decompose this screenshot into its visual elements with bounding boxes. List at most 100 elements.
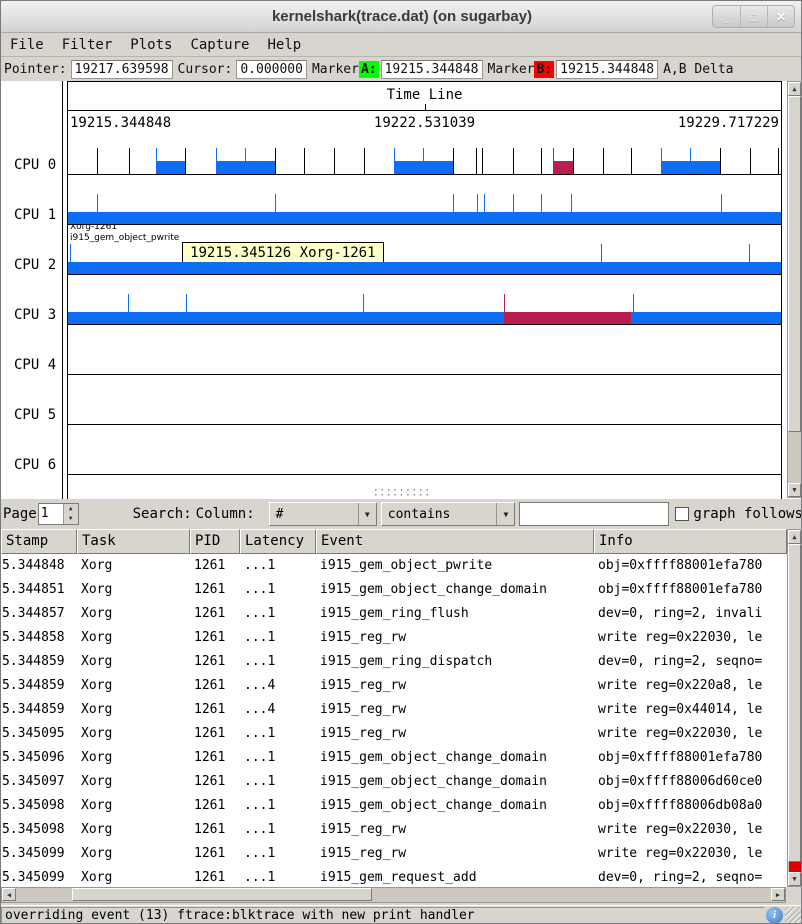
cpu-baseline-0 [68, 174, 781, 175]
graph-follows-checkbox[interactable] [675, 507, 689, 521]
event-tick [304, 148, 305, 174]
spinner-up-icon[interactable]: ▲ [64, 504, 78, 514]
event-tick [513, 148, 514, 174]
scroll-up-icon[interactable]: ▲ [788, 530, 801, 544]
minimize-icon[interactable]: _ [713, 6, 740, 27]
marker-a-badge[interactable]: A: [359, 61, 379, 78]
cell-event: i915_reg_rw [316, 818, 594, 842]
table-row[interactable]: 5.345099Xorg1261...1i915_reg_rwwrite reg… [1, 842, 787, 866]
pane-resize-handle[interactable]: ·················· [373, 489, 431, 499]
match-select[interactable]: contains ▼ [381, 502, 516, 526]
task-bar [68, 212, 781, 224]
scroll-left-icon[interactable]: ◀ [2, 888, 16, 901]
scroll-down-icon[interactable]: ▼ [788, 872, 801, 886]
info-icon[interactable]: i [766, 907, 783, 924]
event-tick [334, 148, 335, 174]
scroll-up-icon[interactable]: ▲ [788, 82, 801, 96]
delta-label: A,B Delta [660, 62, 735, 77]
cell-event: i915_reg_rw [316, 626, 594, 650]
column-header-event[interactable]: Event [316, 529, 594, 554]
pointer-value: 19217.639598 [71, 60, 173, 79]
cpu-row-4[interactable] [68, 340, 781, 374]
table-row[interactable]: 5.345098Xorg1261...1i915_gem_object_chan… [1, 794, 787, 818]
menu-item-capture[interactable]: Capture [181, 35, 258, 55]
title-bar[interactable]: kernelshark(trace.dat) (on sugarbay) _ □… [1, 1, 802, 33]
scroll-right-icon[interactable]: ▶ [771, 888, 785, 901]
table-row[interactable]: 5.345098Xorg1261...1i915_reg_rwwrite reg… [1, 818, 787, 842]
graph-vertical-scrollbar[interactable]: ▲ ▼ [787, 81, 802, 498]
event-tick [363, 294, 364, 312]
resize-grip-icon[interactable] [785, 907, 802, 924]
event-tick [690, 148, 691, 174]
table-row[interactable]: 5.344851Xorg1261...1i915_gem_object_chan… [1, 578, 787, 602]
cell-stamp: 5.345099 [1, 866, 77, 887]
cpu-row-1[interactable] [68, 190, 781, 224]
scroll-down-icon[interactable]: ▼ [788, 483, 801, 497]
cell-latency: ...1 [240, 602, 316, 626]
maximize-icon[interactable]: □ [740, 6, 767, 27]
cell-pid: 1261 [190, 602, 240, 626]
close-icon[interactable]: ✕ [767, 6, 794, 27]
event-tick [476, 148, 477, 174]
task-bar [504, 312, 632, 324]
table-row[interactable]: 5.345096Xorg1261...1i915_gem_object_chan… [1, 746, 787, 770]
graph-scrollbar-thumb[interactable] [788, 96, 801, 432]
spinner-down-icon[interactable]: ▼ [64, 514, 78, 524]
column-select[interactable]: # ▼ [269, 502, 377, 526]
table-body: 5.344848Xorg1261...1i915_gem_object_pwri… [1, 554, 787, 887]
event-tick [216, 148, 217, 174]
cpu-row-0[interactable] [68, 140, 781, 174]
cell-stamp: 5.345095 [1, 722, 77, 746]
menu-item-help[interactable]: Help [258, 35, 310, 55]
cpu-label-gutter: CPU 0CPU 1CPU 2CPU 3CPU 4CPU 5CPU 6 [1, 81, 63, 499]
chevron-down-icon: ▼ [496, 503, 514, 525]
column-header-pid[interactable]: PID [190, 529, 240, 554]
cell-stamp: 5.344859 [1, 698, 77, 722]
column-header-latency[interactable]: Latency [240, 529, 316, 554]
table-header: StampTaskPIDLatencyEventInfo [1, 529, 787, 554]
event-tick [423, 148, 424, 174]
timeline-plot[interactable]: Time Line 19215.344848 19222.531039 1922… [67, 81, 782, 499]
cell-task: Xorg [77, 674, 190, 698]
event-tick [749, 244, 750, 262]
column-header-stamp[interactable]: Stamp [1, 529, 77, 554]
menu-item-file[interactable]: File [1, 35, 53, 55]
cell-info: obj=0xffff88001efa780 [594, 578, 787, 602]
time-label-right: 19229.717229 [678, 115, 779, 131]
column-header-task[interactable]: Task [77, 529, 190, 554]
table-horizontal-scrollbar[interactable]: ◀ ▶ [1, 887, 786, 903]
cell-info: write reg=0x22030, le [594, 818, 787, 842]
search-label: Search: [133, 506, 196, 522]
table-row[interactable]: 5.344857Xorg1261...1i915_gem_ring_flushd… [1, 602, 787, 626]
marker-b-badge[interactable]: B: [534, 61, 554, 78]
cpu-label-1: CPU 1 [14, 207, 56, 223]
table-row[interactable]: 5.345097Xorg1261...1i915_gem_object_chan… [1, 770, 787, 794]
cpu-row-5[interactable] [68, 390, 781, 424]
column-label: Column: [196, 506, 269, 522]
page-value[interactable]: 1 [39, 504, 63, 524]
cell-task: Xorg [77, 818, 190, 842]
cpu-row-2[interactable] [68, 240, 781, 274]
event-tick [750, 148, 751, 174]
cell-stamp: 5.345096 [1, 746, 77, 770]
cell-info: obj=0xffff88001efa780 [594, 554, 787, 578]
table-row[interactable]: 5.344859Xorg1261...1i915_gem_ring_dispat… [1, 650, 787, 674]
task-bar [68, 262, 781, 274]
table-row[interactable]: 5.345095Xorg1261...1i915_reg_rwwrite reg… [1, 722, 787, 746]
table-scrollbar-thumb[interactable] [788, 544, 801, 862]
table-hscrollbar-thumb[interactable] [72, 888, 372, 901]
table-row[interactable]: 5.344859Xorg1261...4i915_reg_rwwrite reg… [1, 698, 787, 722]
table-row[interactable]: 5.344858Xorg1261...1i915_reg_rwwrite reg… [1, 626, 787, 650]
search-input[interactable] [519, 502, 669, 526]
table-vertical-scrollbar[interactable]: ▲ ▼ [787, 529, 802, 887]
column-header-info[interactable]: Info [594, 529, 787, 554]
menu-item-filter[interactable]: Filter [53, 35, 122, 55]
page-spinner[interactable]: 1 ▲ ▼ [38, 503, 79, 525]
cpu-row-6[interactable] [68, 440, 781, 474]
table-row[interactable]: 5.344848Xorg1261...1i915_gem_object_pwri… [1, 554, 787, 578]
cpu-row-3[interactable] [68, 290, 781, 324]
table-row[interactable]: 5.344859Xorg1261...4i915_reg_rwwrite reg… [1, 674, 787, 698]
menu-item-plots[interactable]: Plots [121, 35, 181, 55]
chevron-down-icon: ▼ [358, 503, 376, 525]
table-row[interactable]: 5.345099Xorg1261...1i915_gem_request_add… [1, 866, 787, 887]
